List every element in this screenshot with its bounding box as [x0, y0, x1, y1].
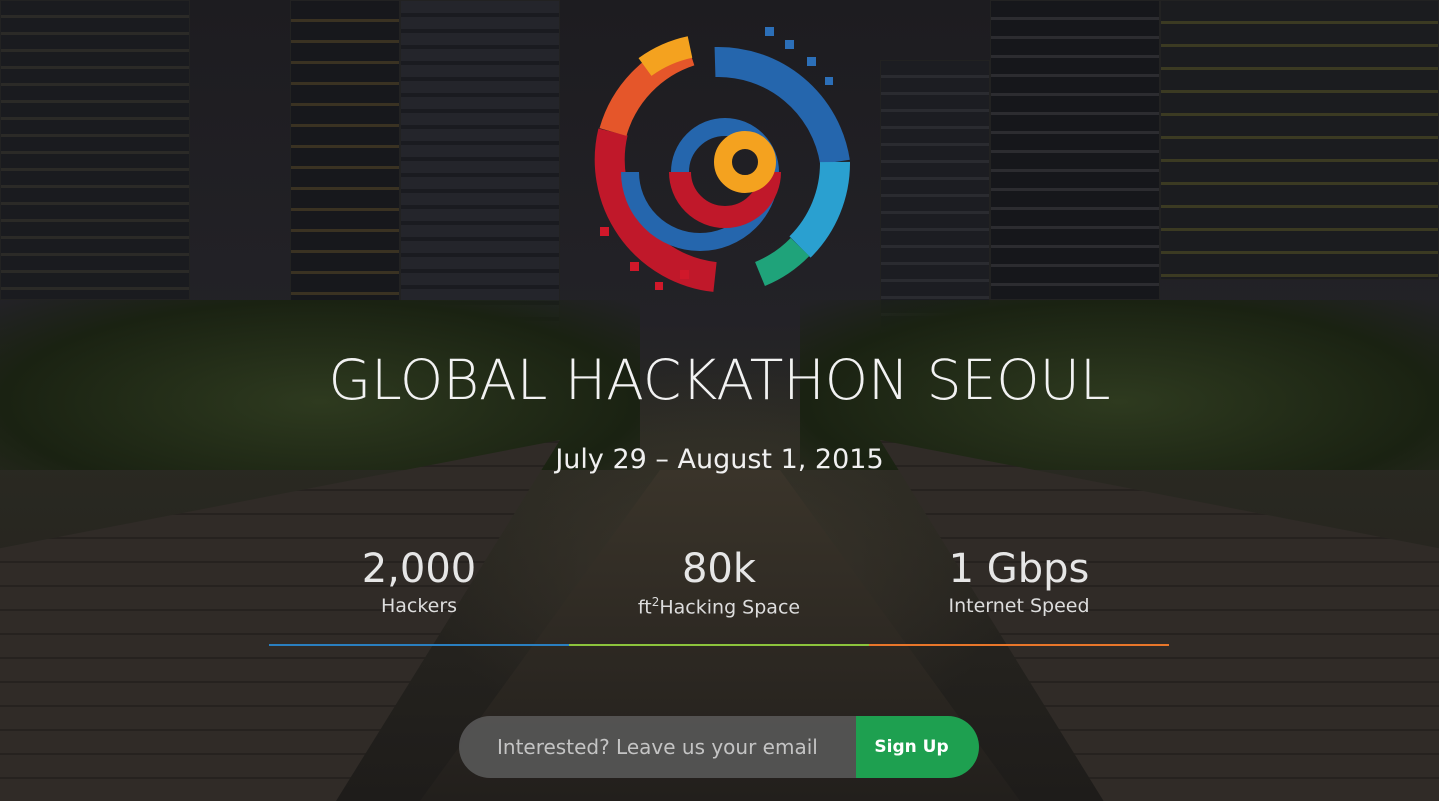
- stat-unit: ft: [637, 596, 652, 619]
- stat-label: Hackers: [380, 595, 458, 617]
- stat-space: 80k ft2Hacking Space: [569, 545, 869, 618]
- divider-segment-blue: [269, 644, 569, 646]
- building: [400, 0, 560, 330]
- divider-segment-orange: [869, 644, 1169, 646]
- page-title: GLOBAL HACKATHON SEOUL: [328, 348, 1111, 412]
- hackathon-logo: [594, 27, 851, 292]
- building: [0, 0, 190, 300]
- event-dates: July 29 – August 1, 2015: [555, 444, 884, 475]
- building: [1160, 0, 1439, 280]
- sign-up-button[interactable]: Sign Up: [856, 716, 979, 778]
- stat-label-text: Hacking Space: [659, 596, 801, 619]
- building: [990, 0, 1160, 300]
- email-input[interactable]: [459, 716, 856, 778]
- stats-divider: [269, 644, 1169, 646]
- stat-value: 2,000: [361, 546, 477, 592]
- stat-value: 1 Gbps: [948, 546, 1090, 592]
- stat-speed: 1 Gbps Internet Speed: [869, 545, 1169, 618]
- stat-label: ft2Hacking Space: [569, 595, 869, 618]
- stat-hackers: 2,000 Hackers: [269, 545, 569, 618]
- stat-value: 80k: [681, 546, 757, 592]
- divider-segment-green: [569, 644, 869, 646]
- stat-label: Internet Speed: [948, 595, 1090, 617]
- stats-row: 2,000 Hackers 80k ft2Hacking Space 1 Gbp…: [269, 545, 1169, 618]
- building: [290, 0, 400, 320]
- signup-form: Sign Up: [459, 716, 979, 778]
